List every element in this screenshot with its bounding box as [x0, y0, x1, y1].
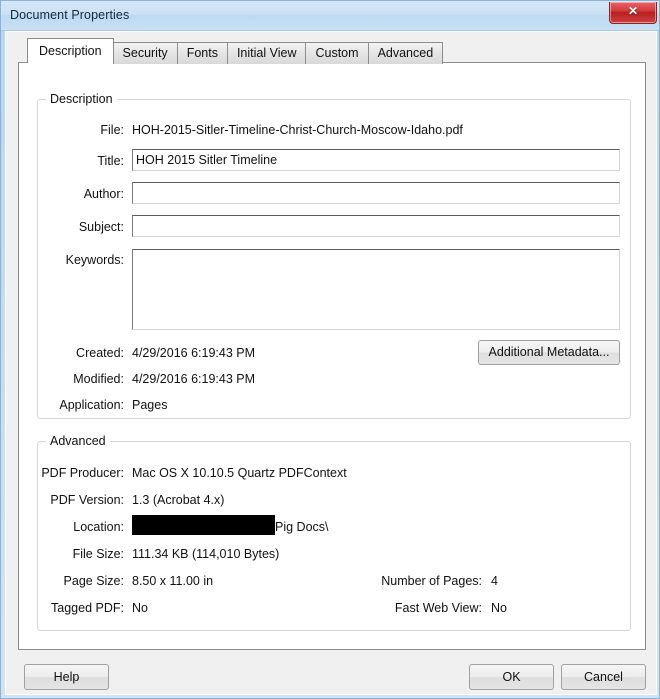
advanced-group-legend: Advanced	[46, 434, 110, 448]
pdf-version-label: PDF Version:	[50, 493, 124, 507]
fast-web-view-label: Fast Web View:	[394, 601, 482, 615]
document-properties-dialog: Document Properties ✕ Description Securi…	[0, 0, 660, 699]
modified-label: Modified:	[73, 372, 124, 386]
location-label: Location:	[73, 520, 124, 534]
pdf-version-value: 1.3 (Acrobat 4.x)	[132, 493, 225, 507]
number-of-pages-value: 4	[491, 574, 498, 588]
tagged-pdf-value: No	[132, 601, 148, 615]
application-label: Application:	[59, 398, 124, 412]
close-icon: ✕	[627, 4, 639, 18]
tab-panel-description: Description File: HOH-2015-Sitler-Timeli…	[18, 62, 646, 650]
cancel-button[interactable]: Cancel	[561, 664, 646, 690]
subject-input[interactable]	[132, 215, 620, 237]
subject-label: Subject:	[78, 220, 124, 234]
file-size-label: File Size:	[72, 547, 124, 561]
application-value: Pages	[132, 398, 168, 412]
additional-metadata-button[interactable]: Additional Metadata...	[478, 340, 620, 365]
number-of-pages-label: Number of Pages:	[381, 574, 482, 588]
tab-description[interactable]: Description	[27, 38, 114, 63]
fast-web-view-value: No	[491, 601, 507, 615]
pdf-producer-value: Mac OS X 10.10.5 Quartz PDFContext	[132, 466, 347, 480]
created-value: 4/29/2016 6:19:43 PM	[132, 346, 256, 360]
tab-initial-view[interactable]: Initial View	[226, 42, 307, 64]
created-label: Created:	[76, 346, 124, 360]
help-button[interactable]: Help	[24, 664, 109, 690]
author-input[interactable]	[132, 182, 620, 204]
pdf-producer-label: PDF Producer:	[41, 466, 124, 480]
author-label: Author:	[83, 187, 124, 201]
location-value: Pig Docs\	[275, 520, 329, 534]
window-title: Document Properties	[10, 8, 130, 22]
modified-value: 4/29/2016 6:19:43 PM	[132, 372, 256, 386]
keywords-input[interactable]	[132, 249, 620, 330]
ok-button[interactable]: OK	[469, 664, 554, 690]
tab-custom[interactable]: Custom	[305, 42, 369, 64]
title-input[interactable]	[132, 149, 620, 171]
title-label: Title:	[97, 154, 124, 168]
dialog-client-area: Description Security Fonts Initial View …	[5, 31, 657, 695]
tab-fonts[interactable]: Fonts	[176, 42, 228, 64]
title-bar: Document Properties ✕	[1, 1, 659, 31]
tagged-pdf-label: Tagged PDF:	[51, 601, 124, 615]
file-size-value: 111.34 KB (114,010 Bytes)	[132, 547, 280, 561]
file-value: HOH-2015-Sitler-Timeline-Christ-Church-M…	[132, 123, 463, 137]
tab-advanced[interactable]: Advanced	[367, 42, 444, 64]
description-group-legend: Description	[46, 92, 117, 106]
page-size-label: Page Size:	[63, 574, 124, 588]
tab-security[interactable]: Security	[112, 42, 178, 64]
location-redaction-bar	[132, 515, 275, 535]
file-label: File:	[100, 123, 124, 137]
close-button[interactable]: ✕	[609, 2, 657, 24]
page-size-value: 8.50 x 11.00 in	[132, 574, 214, 588]
tab-strip: Description Security Fonts Initial View …	[27, 38, 444, 64]
keywords-label: Keywords:	[65, 253, 124, 267]
